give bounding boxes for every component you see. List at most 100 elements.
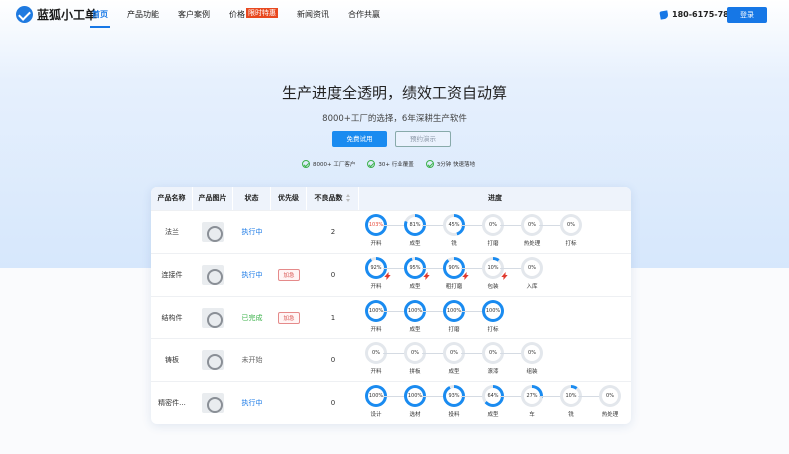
stage-track: 92% 开料 95% 成型 90% 粗打磨 10% 包装 0% 入库 bbox=[359, 254, 631, 296]
column-header-progress: 进度 bbox=[488, 194, 502, 202]
stage-item[interactable]: 0% 滚漆 bbox=[481, 342, 505, 375]
stage-label: 成型 bbox=[409, 241, 421, 247]
progress-cell: 103% 开料 81% 成型 45% 铣 0% 打磨 0% 热处理 0% 打标 bbox=[359, 211, 631, 253]
stage-label: 成型 bbox=[487, 412, 499, 418]
brand-name: 蓝狐小工单 bbox=[37, 8, 98, 22]
stage-item[interactable]: 81% 成型 bbox=[403, 214, 427, 247]
stage-track: 100% 开料 100% 成型 100% 打磨 100% 打标 bbox=[359, 297, 631, 339]
sort-icon[interactable] bbox=[345, 194, 351, 202]
stage-item[interactable]: 0% 拼板 bbox=[403, 342, 427, 375]
progress-percent: 100% bbox=[407, 303, 423, 319]
defect-count: 0 bbox=[330, 271, 336, 279]
product-thumbnail[interactable] bbox=[202, 393, 224, 413]
nav-link[interactable]: 价格 限时特惠 bbox=[229, 0, 278, 28]
stage-item[interactable]: 0% 打标 bbox=[559, 214, 583, 247]
progress-percent: 0% bbox=[368, 345, 384, 361]
progress-percent: 0% bbox=[563, 217, 579, 233]
stage-label: 成型 bbox=[448, 369, 460, 375]
product-thumbnail[interactable] bbox=[202, 350, 224, 370]
nav-link[interactable]: 首页 bbox=[90, 0, 110, 28]
stage-item[interactable]: 103% 开料 bbox=[364, 214, 388, 247]
brand-logo[interactable]: 蓝狐小工单 bbox=[16, 6, 97, 23]
stage-item[interactable]: 0% 热处理 bbox=[598, 385, 622, 418]
progress-percent: 95% bbox=[407, 260, 423, 276]
progress-percent: 0% bbox=[446, 345, 462, 361]
stage-item[interactable]: 100% 开料 bbox=[364, 300, 388, 333]
product-image-cell bbox=[193, 297, 233, 339]
product-thumbnail[interactable] bbox=[202, 308, 224, 328]
progress-percent: 100% bbox=[446, 303, 462, 319]
table-header: 产品名称 产品图片 状态 优先级 不良品数 进度 bbox=[151, 187, 631, 210]
stage-item[interactable]: 100% 选材 bbox=[403, 385, 427, 418]
stage-item[interactable]: 0% 开料 bbox=[364, 342, 388, 375]
table-row[interactable]: 连接件 执行中 加急 0 92% 开料 95% 成型 90% 粗打磨 10% 包装 0% 入库 bbox=[151, 253, 631, 295]
progress-percent: 45% bbox=[446, 217, 462, 233]
stage-track: 0% 开料 0% 拼板 0% 成型 0% 滚漆 0% 组装 bbox=[359, 339, 631, 381]
status-text: 执行中 bbox=[241, 271, 263, 279]
nav-link-label: 价格 bbox=[229, 10, 245, 19]
stage-item[interactable]: 93% 投料 bbox=[442, 385, 466, 418]
stage-track: 103% 开料 81% 成型 45% 铣 0% 打磨 0% 热处理 0% 打标 bbox=[359, 211, 631, 253]
product-thumbnail[interactable] bbox=[202, 265, 224, 285]
feature-item: 3分钟 快速落地 bbox=[425, 160, 475, 168]
stage-item[interactable]: 100% 设计 bbox=[364, 385, 388, 418]
progress-percent: 81% bbox=[407, 217, 423, 233]
stage-label: 开料 bbox=[370, 241, 382, 247]
stage-item[interactable]: 0% 热处理 bbox=[520, 214, 544, 247]
progress-percent: 90% bbox=[446, 260, 462, 276]
table-row[interactable]: 法兰 执行中 2 103% 开料 81% 成型 45% 铣 0% 打磨 0% 热处理 0% 打标 bbox=[151, 210, 631, 252]
hero-subline: 8000+工厂的选择，6年深耕生产软件 bbox=[322, 114, 467, 124]
stage-item[interactable]: 0% 打磨 bbox=[481, 214, 505, 247]
progress-percent: 100% bbox=[368, 388, 384, 404]
stage-item[interactable]: 0% 成型 bbox=[442, 342, 466, 375]
progress-percent: 93% bbox=[446, 388, 462, 404]
table-row[interactable]: 结构件 已完成 加急 1 100% 开料 100% 成型 100% 打磨 100% 打标 bbox=[151, 296, 631, 338]
stage-item[interactable]: 45% 铣 bbox=[442, 214, 466, 247]
status-text: 执行中 bbox=[241, 399, 263, 407]
product-name: 法兰 bbox=[165, 228, 179, 236]
product-image-cell bbox=[193, 382, 233, 424]
product-name: 精密件... bbox=[158, 399, 186, 407]
progress-cell: 100% 开料 100% 成型 100% 打磨 100% 打标 bbox=[359, 297, 631, 339]
stage-item[interactable]: 10% 铣 bbox=[559, 385, 583, 418]
stage-item[interactable]: 100% 打磨 bbox=[442, 300, 466, 333]
stage-item[interactable]: 27% 车 bbox=[520, 385, 544, 418]
stage-label: 开料 bbox=[370, 369, 382, 375]
promo-badge: 限时特惠 bbox=[246, 8, 278, 18]
progress-percent: 0% bbox=[485, 345, 501, 361]
stage-item[interactable]: 100% 成型 bbox=[403, 300, 427, 333]
nav-link[interactable]: 新闻资讯 bbox=[297, 0, 329, 28]
column-header-defects[interactable]: 不良品数 bbox=[307, 187, 359, 210]
nav-link[interactable]: 客户案例 bbox=[178, 0, 210, 28]
stage-label: 热处理 bbox=[601, 412, 619, 418]
nav-link[interactable]: 产品功能 bbox=[127, 0, 159, 28]
stage-label: 开料 bbox=[370, 327, 382, 333]
stage-item[interactable]: 0% 组装 bbox=[520, 342, 544, 375]
stage-item[interactable]: 95% 成型 bbox=[403, 257, 427, 290]
free-trial-button[interactable]: 免费试用 bbox=[332, 131, 387, 147]
stage-item[interactable]: 0% 入库 bbox=[520, 257, 544, 290]
table-row[interactable]: 精密件... 执行中 0 100% 设计 100% 选材 93% 投料 64% 成型 27% 车 10% 铣… bbox=[151, 381, 631, 423]
stage-label: 打标 bbox=[565, 241, 577, 247]
stage-label: 投料 bbox=[448, 412, 460, 418]
stage-label: 成型 bbox=[409, 284, 421, 290]
nav-link-label: 新闻资讯 bbox=[297, 10, 329, 19]
login-button[interactable]: 登录 bbox=[727, 7, 767, 23]
stage-item[interactable]: 10% 包装 bbox=[481, 257, 505, 290]
stage-label: 开料 bbox=[370, 284, 382, 290]
progress-percent: 0% bbox=[602, 388, 618, 404]
nav-link[interactable]: 合作共赢 bbox=[348, 0, 380, 28]
stage-item[interactable]: 100% 打标 bbox=[481, 300, 505, 333]
table-row[interactable]: 铸板 未开始 0 0% 开料 0% 拼板 0% 成型 0% 滚漆 0% 组装 bbox=[151, 338, 631, 380]
stage-label: 铣 bbox=[568, 412, 574, 418]
stage-item[interactable]: 90% 粗打磨 bbox=[442, 257, 466, 290]
book-demo-button[interactable]: 预约演示 bbox=[395, 131, 451, 147]
product-thumbnail[interactable] bbox=[202, 222, 224, 242]
stage-item[interactable]: 64% 成型 bbox=[481, 385, 505, 418]
priority-cell bbox=[271, 339, 307, 381]
stage-item[interactable]: 92% 开料 bbox=[364, 257, 388, 290]
nav-link-label: 产品功能 bbox=[127, 10, 159, 19]
lightning-icon bbox=[384, 272, 390, 280]
feature-list: 8000+ 工厂客户 30+ 行业覆盖 3分钟 快速落地 bbox=[302, 160, 475, 168]
feature-item: 8000+ 工厂客户 bbox=[302, 160, 355, 168]
